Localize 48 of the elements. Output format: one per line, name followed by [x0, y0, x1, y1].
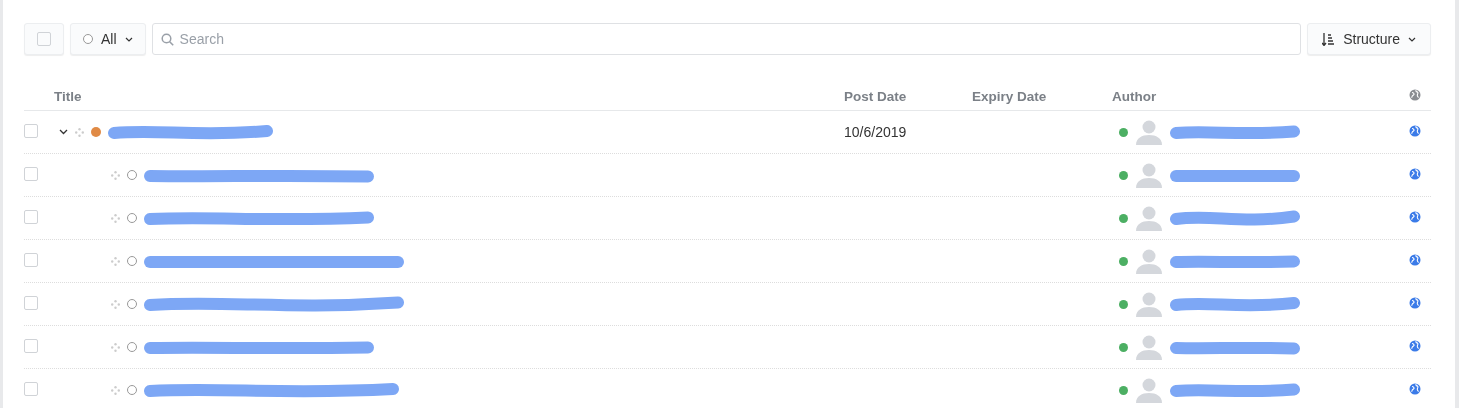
- row-checkbox[interactable]: [24, 338, 38, 353]
- sort-button[interactable]: Structure: [1307, 23, 1431, 55]
- globe-icon: [1409, 254, 1421, 266]
- avatar-icon: [1134, 162, 1164, 188]
- caret-icon: [124, 36, 133, 42]
- select-all-checkbox[interactable]: [24, 23, 64, 55]
- row-checkbox[interactable]: [24, 381, 38, 396]
- sort-icon: [1322, 32, 1336, 46]
- drag-handle-icon[interactable]: [111, 299, 120, 309]
- column-header[interactable]: Title: [54, 88, 82, 104]
- globe-icon: [1409, 340, 1421, 352]
- column-header[interactable]: Post Date: [844, 88, 907, 104]
- chevron-icon[interactable]: [59, 129, 68, 135]
- globe-icon: [1409, 168, 1421, 180]
- drag-handle-icon[interactable]: [75, 127, 84, 137]
- avatar-icon: [1134, 119, 1164, 145]
- row-checkbox[interactable]: [24, 295, 38, 310]
- caret-icon: [1408, 36, 1416, 42]
- globe-icon: [1409, 383, 1421, 395]
- avatar-icon: [1134, 248, 1164, 274]
- drag-handle-icon[interactable]: [111, 256, 120, 266]
- status-filter-button[interactable]: All: [70, 23, 146, 55]
- row-checkbox[interactable]: [24, 166, 38, 181]
- search-field[interactable]: Search: [151, 23, 1302, 55]
- column-header[interactable]: Author: [1112, 88, 1157, 104]
- status-dot: [127, 299, 137, 309]
- status-dot: [127, 213, 137, 223]
- row-checkbox[interactable]: [24, 209, 38, 224]
- drag-handle-icon[interactable]: [111, 170, 120, 180]
- drag-handle-icon[interactable]: [111, 385, 120, 395]
- status-dot: [127, 170, 137, 180]
- drag-handle-icon[interactable]: [111, 342, 120, 352]
- status-dot: [127, 342, 137, 352]
- globe-icon: [1409, 125, 1421, 137]
- column-header[interactable]: Expiry Date: [972, 88, 1047, 104]
- row-checkbox[interactable]: [24, 252, 38, 267]
- avatar-icon: [1134, 291, 1164, 317]
- globe-icon: [1409, 297, 1421, 309]
- avatar-icon: [1134, 334, 1164, 360]
- avatar-icon: [1134, 205, 1164, 231]
- avatar-icon: [1134, 377, 1164, 403]
- status-dot: [127, 385, 137, 395]
- drag-handle-icon[interactable]: [111, 213, 120, 223]
- globe-icon: [1409, 88, 1421, 101]
- globe-icon: [1409, 211, 1421, 223]
- status-dot: [127, 256, 137, 266]
- row-checkbox[interactable]: [24, 123, 38, 138]
- post-date: 10/6/2019: [844, 124, 907, 140]
